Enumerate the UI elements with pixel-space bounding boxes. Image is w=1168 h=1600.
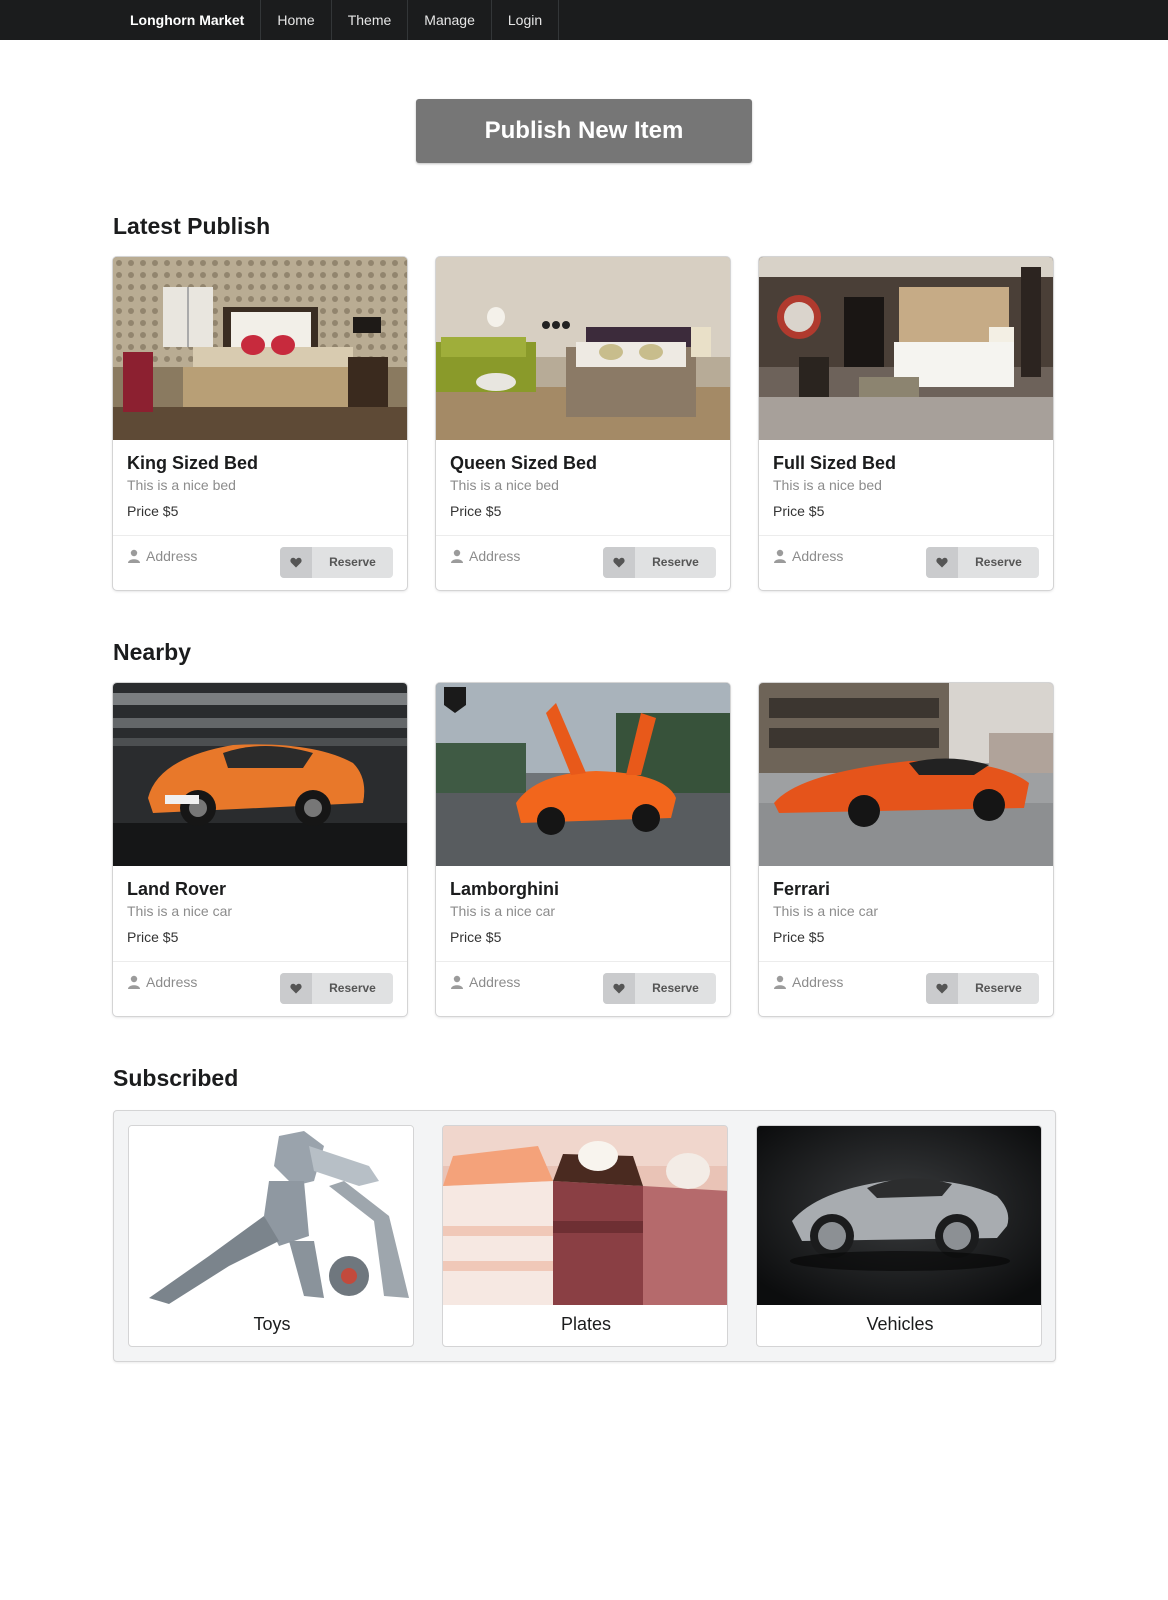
subscribed-panel: Toys Plates Vehicles — [113, 1110, 1056, 1362]
item-price: Price $5 — [450, 503, 502, 519]
item-address: Address — [127, 974, 197, 990]
address-label: Address — [146, 974, 198, 990]
address-label: Address — [469, 548, 521, 564]
reserve-label: Reserve — [975, 981, 1022, 995]
category-label: Toys — [253, 1314, 291, 1334]
category-image-car — [757, 1126, 1041, 1305]
top-navbar: Longhorn Market Home Theme Manage Login — [0, 0, 1168, 40]
address-label: Address — [146, 548, 198, 564]
card-divider — [436, 535, 730, 536]
card-divider — [759, 535, 1053, 536]
item-image-bedroom[interactable] — [436, 257, 730, 440]
nav-item-manage[interactable]: Manage — [408, 0, 492, 40]
item-card[interactable]: Ferrari This is a nice car Price $5 Addr… — [759, 683, 1053, 1016]
reserve-button[interactable]: Reserve — [926, 973, 1039, 1004]
item-card[interactable]: Full Sized Bed This is a nice bed Price … — [759, 257, 1053, 590]
card-divider — [113, 961, 407, 962]
user-icon — [774, 549, 786, 563]
card-divider — [759, 961, 1053, 962]
item-price: Price $5 — [127, 929, 179, 945]
reserve-label: Reserve — [329, 981, 376, 995]
reserve-label: Reserve — [652, 555, 699, 569]
publish-new-item-button[interactable]: Publish New Item — [416, 99, 752, 163]
category-card-vehicles[interactable]: Vehicles — [756, 1125, 1042, 1347]
item-price: Price $5 — [773, 503, 825, 519]
heart-icon — [280, 973, 312, 1004]
card-divider — [113, 535, 407, 536]
nav-item-theme[interactable]: Theme — [332, 0, 409, 40]
address-label: Address — [792, 548, 844, 564]
address-label: Address — [469, 974, 521, 990]
item-price: Price $5 — [773, 929, 825, 945]
category-card-plates[interactable]: Plates — [442, 1125, 728, 1347]
item-price: Price $5 — [450, 929, 502, 945]
section-title-subscribed: Subscribed — [113, 1065, 239, 1091]
reserve-label: Reserve — [975, 555, 1022, 569]
item-card[interactable]: King Sized Bed This is a nice bed Price … — [113, 257, 407, 590]
heart-icon — [280, 547, 312, 578]
item-image-car[interactable] — [113, 683, 407, 866]
item-title[interactable]: Ferrari — [773, 879, 830, 900]
item-title[interactable]: Lamborghini — [450, 879, 559, 900]
category-label: Plates — [560, 1314, 612, 1334]
item-description: This is a nice car — [450, 903, 556, 919]
item-address: Address — [450, 974, 520, 990]
heart-icon — [603, 547, 635, 578]
category-label: Vehicles — [866, 1314, 934, 1334]
reserve-label: Reserve — [329, 555, 376, 569]
reserve-label: Reserve — [652, 981, 699, 995]
address-label: Address — [792, 974, 844, 990]
item-address: Address — [450, 548, 520, 564]
item-title[interactable]: King Sized Bed — [127, 453, 258, 474]
section-title-latest: Latest Publish — [113, 213, 271, 239]
item-card[interactable]: Queen Sized Bed This is a nice bed Price… — [436, 257, 730, 590]
item-description: This is a nice car — [773, 903, 879, 919]
user-icon — [451, 549, 463, 563]
item-image-bedroom[interactable] — [759, 257, 1053, 440]
reserve-button[interactable]: Reserve — [280, 547, 393, 578]
item-address: Address — [127, 548, 197, 564]
reserve-button[interactable]: Reserve — [603, 973, 716, 1004]
nav-brand[interactable]: Longhorn Market — [113, 0, 262, 40]
nav-item-login[interactable]: Login — [492, 0, 560, 40]
category-image-robot — [129, 1126, 413, 1305]
item-title[interactable]: Land Rover — [127, 879, 226, 900]
heart-icon — [603, 973, 635, 1004]
category-card-toys[interactable]: Toys — [128, 1125, 414, 1347]
item-description: This is a nice car — [127, 903, 233, 919]
reserve-button[interactable]: Reserve — [603, 547, 716, 578]
user-icon — [774, 975, 786, 989]
item-image-car[interactable] — [759, 683, 1053, 866]
nav-item-home[interactable]: Home — [261, 0, 332, 40]
reserve-button[interactable]: Reserve — [280, 973, 393, 1004]
heart-icon — [926, 973, 958, 1004]
item-image-car[interactable] — [436, 683, 730, 866]
item-price: Price $5 — [127, 503, 179, 519]
item-card[interactable]: Land Rover This is a nice car Price $5 A… — [113, 683, 407, 1016]
heart-icon — [926, 547, 958, 578]
item-address: Address — [773, 548, 843, 564]
user-icon — [451, 975, 463, 989]
user-icon — [128, 975, 140, 989]
item-description: This is a nice bed — [773, 477, 882, 493]
reserve-button[interactable]: Reserve — [926, 547, 1039, 578]
item-description: This is a nice bed — [127, 477, 236, 493]
item-image-bedroom[interactable] — [113, 257, 407, 440]
section-title-nearby: Nearby — [113, 639, 191, 665]
item-address: Address — [773, 974, 843, 990]
card-divider — [436, 961, 730, 962]
item-description: This is a nice bed — [450, 477, 559, 493]
item-title[interactable]: Full Sized Bed — [773, 453, 896, 474]
nav-menu: Longhorn Market Home Theme Manage Login — [113, 0, 560, 40]
item-card[interactable]: Lamborghini This is a nice car Price $5 … — [436, 683, 730, 1016]
item-title[interactable]: Queen Sized Bed — [450, 453, 597, 474]
category-image-cakes — [443, 1126, 727, 1305]
user-icon — [128, 549, 140, 563]
